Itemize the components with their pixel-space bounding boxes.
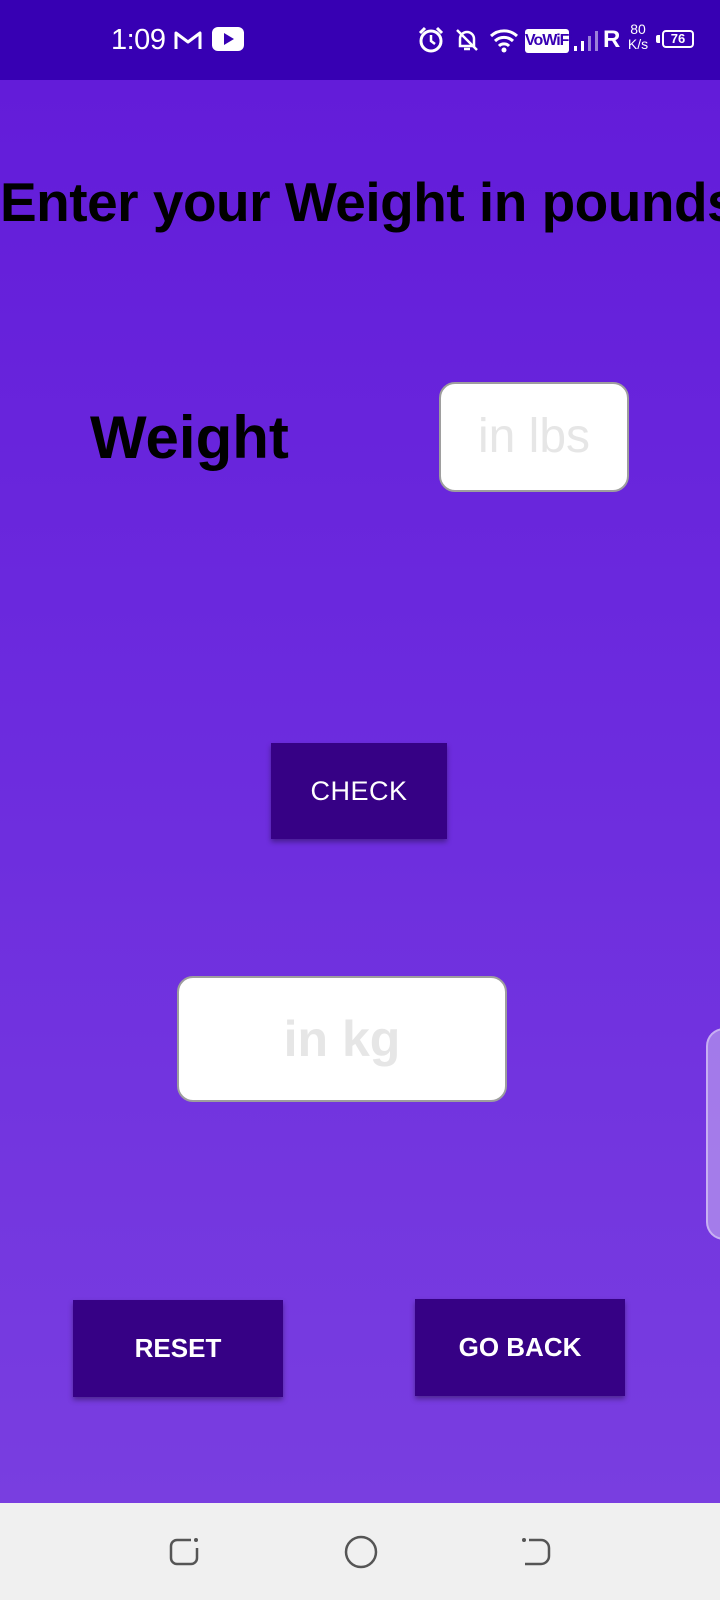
signal-icon	[574, 31, 598, 51]
page-title: Enter your Weight in pounds	[0, 171, 720, 233]
roaming-indicator: R	[603, 26, 621, 53]
battery-icon: 76	[662, 30, 694, 48]
wifi-icon	[489, 29, 519, 53]
gmail-icon	[174, 31, 202, 49]
weight-kg-output[interactable]: in kg	[177, 976, 507, 1102]
weight-label: Weight	[90, 404, 289, 471]
vowifi-icon: VoWiFi	[525, 29, 573, 53]
network-speed: 80 K/s	[624, 22, 652, 52]
battery-cap	[656, 35, 660, 43]
status-time: 1:09	[111, 24, 166, 56]
notifications-off-icon	[456, 29, 478, 51]
back-icon[interactable]	[519, 1535, 553, 1569]
network-speed-unit: K/s	[627, 36, 649, 52]
go-back-button[interactable]: GO BACK	[415, 1299, 625, 1396]
status-bar: 1:09 VoWiFi R 80 K/s 76	[0, 0, 720, 80]
reset-button[interactable]: RESET	[73, 1300, 283, 1397]
edge-panel-handle[interactable]	[706, 1028, 720, 1240]
youtube-icon	[212, 27, 244, 51]
weight-converter-screen: Enter your Weight in pounds Weight in lb…	[0, 80, 720, 1503]
recent-apps-icon[interactable]	[167, 1535, 201, 1569]
home-icon[interactable]	[342, 1533, 380, 1571]
alarm-icon	[418, 26, 444, 53]
weight-kg-placeholder: in kg	[283, 1011, 401, 1067]
check-button[interactable]: CHECK	[271, 743, 447, 839]
navigation-bar	[0, 1503, 720, 1600]
network-speed-value: 80	[630, 21, 646, 37]
weight-lbs-input[interactable]: in lbs	[439, 382, 629, 492]
weight-lbs-placeholder: in lbs	[477, 410, 591, 463]
